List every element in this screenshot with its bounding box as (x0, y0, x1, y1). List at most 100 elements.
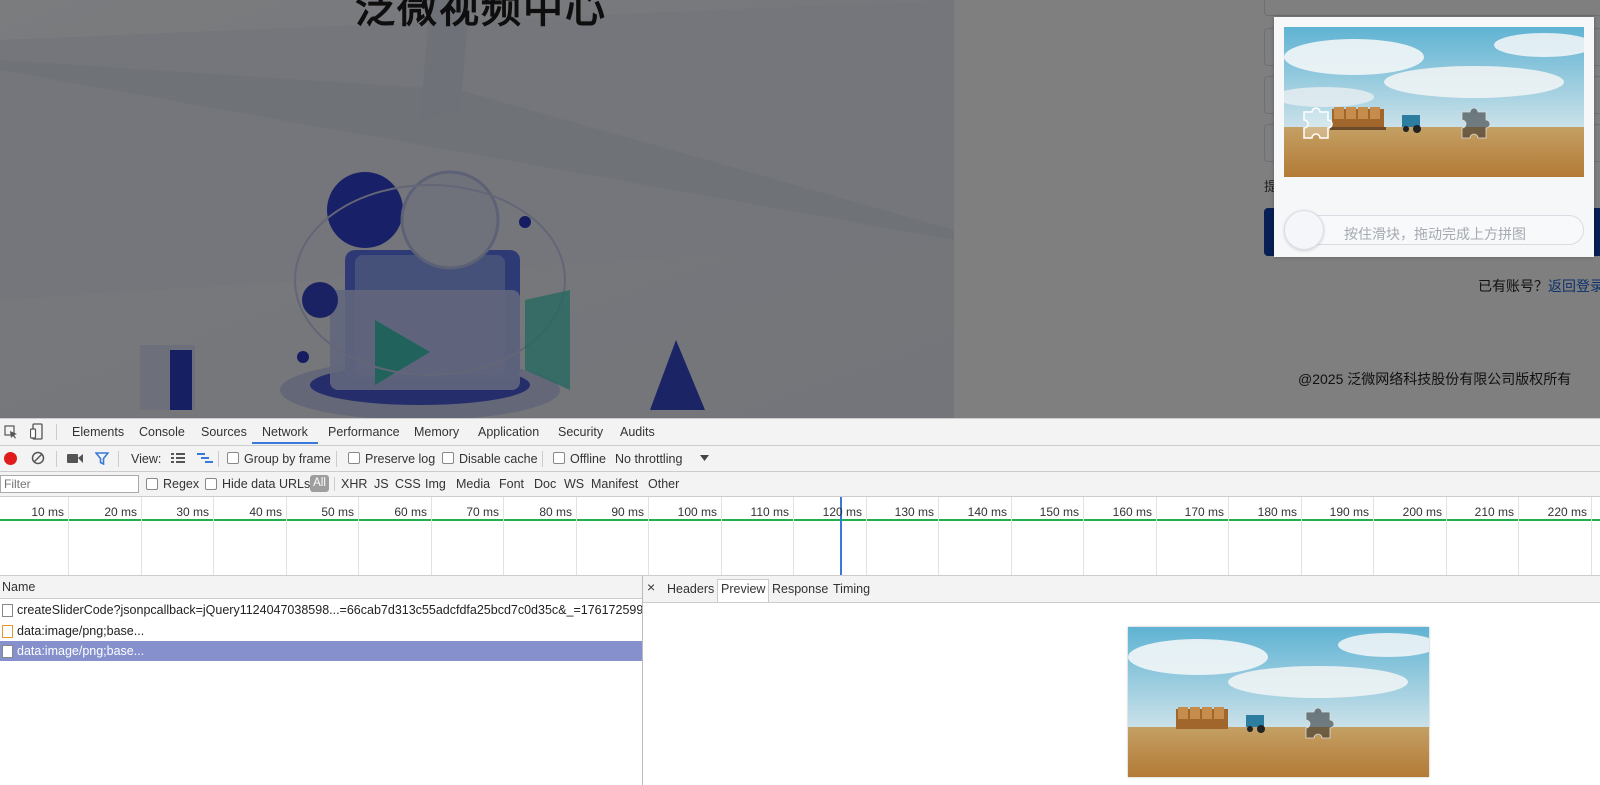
timeline-tick-label: 60 ms (394, 505, 427, 519)
filter-css[interactable]: CSS (395, 477, 421, 491)
timeline-dom-load-line (0, 519, 1600, 521)
filter-media[interactable]: Media (456, 477, 490, 491)
page-viewport: 泛微视频中心 提 已有账号？返回登录 @2025 泛微网络科技股份有限公司版权所… (0, 0, 1600, 418)
timeline-tick-label: 20 ms (104, 505, 137, 519)
slider-handle[interactable] (1284, 210, 1324, 250)
inspect-element-icon[interactable] (4, 425, 18, 439)
screenshot-camera-icon[interactable] (67, 453, 83, 464)
preserve-log-checkbox[interactable] (348, 452, 360, 464)
slider-hint: 按住滑块，拖动完成上方拼图 (1344, 226, 1526, 242)
timeline-gridline (358, 497, 359, 575)
timeline-gridline (648, 497, 649, 575)
tab-console[interactable]: Console (139, 425, 185, 439)
request-name: data:image/png;base... (17, 644, 145, 658)
pane-splitter[interactable] (642, 576, 643, 785)
puzzle-background-image (1128, 627, 1429, 777)
filter-doc[interactable]: Doc (534, 477, 556, 491)
filter-xhr[interactable]: XHR (341, 477, 367, 491)
tab-network[interactable]: Network (262, 425, 308, 439)
tab-memory[interactable]: Memory (414, 425, 459, 439)
filter-img[interactable]: Img (425, 477, 446, 491)
captcha-puzzle-image (1284, 27, 1584, 177)
timeline-gridline (431, 497, 432, 575)
tab-performance[interactable]: Performance (328, 425, 400, 439)
timeline-gridline (1011, 497, 1012, 575)
divider (542, 451, 543, 467)
network-overview-timeline[interactable]: 10 ms 20 ms 30 ms 40 ms 50 ms 60 ms 70 ms 80 ms… (0, 497, 1600, 576)
filter-funnel-icon[interactable] (95, 452, 109, 465)
tab-security[interactable]: Security (558, 425, 603, 439)
tab-preview[interactable]: Preview (721, 582, 765, 596)
timeline-gridline (1156, 497, 1157, 575)
request-row[interactable]: data:image/png;base... (0, 621, 642, 641)
timeline-tick-label: 90 ms (611, 505, 644, 519)
timeline-gridline (1228, 497, 1229, 575)
request-row-selected[interactable]: data:image/png;base... (0, 641, 642, 661)
requests-header[interactable]: Name (0, 576, 642, 599)
throttling-select[interactable]: No throttling (615, 452, 682, 466)
timeline-gridline (1373, 497, 1374, 575)
divider (336, 451, 337, 467)
file-icon (2, 604, 13, 617)
name-column-header[interactable]: Name (2, 580, 35, 594)
divider (56, 451, 57, 467)
filter-ws[interactable]: WS (564, 477, 584, 491)
filter-js[interactable]: JS (374, 477, 389, 491)
timeline-tick-label: 100 ms (677, 505, 717, 519)
timeline-tick-label: 40 ms (249, 505, 282, 519)
offline-label: Offline (570, 452, 606, 466)
offline-checkbox[interactable] (553, 452, 565, 464)
preserve-log-label: Preserve log (365, 452, 436, 466)
timeline-gridline (1591, 497, 1592, 575)
tab-headers[interactable]: Headers (667, 582, 714, 596)
filter-all-button[interactable]: All (310, 475, 329, 492)
timeline-tick-label: 80 ms (539, 505, 572, 519)
image-preview (1128, 627, 1429, 777)
filter-input[interactable] (0, 475, 139, 493)
timeline-tick-label: 200 ms (1402, 505, 1442, 519)
timeline-tick-label: 150 ms (1039, 505, 1079, 519)
timeline-tick-label: 50 ms (321, 505, 354, 519)
slider-captcha-popup: 按住滑块，拖动完成上方拼图 (1274, 17, 1594, 257)
regex-checkbox[interactable] (146, 478, 158, 490)
timeline-tick-label: 140 ms (967, 505, 1007, 519)
tab-response[interactable]: Response (772, 582, 828, 596)
tab-timing[interactable]: Timing (833, 582, 870, 596)
tab-sources[interactable]: Sources (201, 425, 247, 439)
timeline-gridline (286, 497, 287, 575)
timeline-gridline (141, 497, 142, 575)
close-detail-icon[interactable]: × (647, 579, 655, 595)
timeline-tick-label: 180 ms (1257, 505, 1297, 519)
dropdown-arrow-icon[interactable] (700, 455, 709, 461)
timeline-tick-label: 10 ms (31, 505, 64, 519)
timeline-tick-label: 210 ms (1474, 505, 1514, 519)
timeline-gridline (721, 497, 722, 575)
request-row[interactable]: createSliderCode?jsonpcallback=jQuery112… (0, 600, 642, 620)
hide-data-urls-checkbox[interactable] (205, 478, 217, 490)
divider (56, 424, 57, 440)
disable-cache-label: Disable cache (459, 452, 538, 466)
timeline-gridline (576, 497, 577, 575)
group-by-frame-checkbox[interactable] (227, 452, 239, 464)
network-filterbar: Regex Hide data URLs All XHR JS CSS Img … (0, 472, 1600, 497)
timeline-gridline (938, 497, 939, 575)
disable-cache-checkbox[interactable] (442, 452, 454, 464)
filter-manifest[interactable]: Manifest (591, 477, 638, 491)
filter-font[interactable]: Font (499, 477, 524, 491)
divider (218, 451, 219, 467)
timeline-tick-label: 130 ms (894, 505, 934, 519)
timeline-tick-label: 30 ms (176, 505, 209, 519)
tab-elements[interactable]: Elements (72, 425, 124, 439)
waterfall-overview-icon[interactable] (197, 453, 213, 464)
record-icon[interactable] (4, 452, 17, 465)
device-toolbar-icon[interactable] (30, 423, 44, 440)
clear-icon[interactable] (31, 451, 45, 465)
timeline-gridline (68, 497, 69, 575)
timeline-gridline (1446, 497, 1447, 575)
filter-other[interactable]: Other (648, 477, 679, 491)
timeline-tick-label: 160 ms (1112, 505, 1152, 519)
tab-audits[interactable]: Audits (620, 425, 655, 439)
timeline-gridline (1301, 497, 1302, 575)
tab-application[interactable]: Application (478, 425, 539, 439)
large-rows-icon[interactable] (171, 453, 185, 464)
